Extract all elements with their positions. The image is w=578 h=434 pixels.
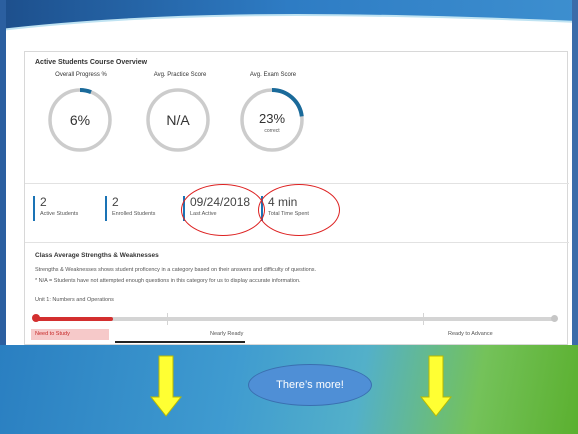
level-nearly-ready: Nearly Ready xyxy=(210,331,244,337)
unit-label: Unit 1: Numbers and Operations xyxy=(35,297,114,303)
annotation-circle-last-active xyxy=(181,184,265,236)
gauge-overall-progress: 6% xyxy=(45,85,115,155)
gauge-subtext: correct xyxy=(264,128,280,134)
stat-label: Active Students xyxy=(40,211,79,217)
left-down-arrow-icon xyxy=(149,355,183,417)
gauge-label-exam: Avg. Exam Score xyxy=(249,72,297,78)
right-down-arrow-icon xyxy=(419,355,453,417)
slide: Active Students Course Overview Overall … xyxy=(0,0,578,434)
strengths-description: Strengths & Weaknesses shows student pro… xyxy=(35,267,317,273)
proficiency-fill xyxy=(35,317,113,321)
gauge-label-progress: Overall Progress % xyxy=(55,72,107,78)
strengths-note: * N/A = Students have not attempted enou… xyxy=(35,278,301,284)
annotation-circle-time-spent xyxy=(258,184,340,236)
level-need-to-study: Need to Study xyxy=(31,329,109,340)
track-tick xyxy=(167,313,168,325)
gauge-exam-score: 23% correct xyxy=(237,85,307,155)
proficiency-marker xyxy=(32,314,40,322)
stat-enrolled-students: 2 Enrolled Students xyxy=(105,196,155,221)
gauge-value: N/A xyxy=(166,112,190,128)
stat-number: 2 xyxy=(112,195,119,209)
gauge-label-practice: Avg. Practice Score xyxy=(153,72,207,78)
card-title: Active Students Course Overview xyxy=(35,59,148,66)
theres-more-callout: There’s more! xyxy=(248,364,372,406)
gauge-value: 23% xyxy=(259,111,285,126)
gauge-value: 6% xyxy=(70,112,90,128)
gauge-practice-score: N/A xyxy=(143,85,213,155)
level-underline xyxy=(115,341,245,343)
level-ready-to-advance: Ready to Advance xyxy=(448,331,493,337)
stat-active-students: 2 Active Students xyxy=(33,196,78,221)
stat-label: Enrolled Students xyxy=(112,211,156,217)
track-tick xyxy=(423,313,424,325)
strengths-title: Class Average Strengths & Weaknesses xyxy=(35,252,159,259)
proficiency-track xyxy=(35,317,555,321)
stat-number: 2 xyxy=(40,195,47,209)
track-end-dot xyxy=(551,315,558,322)
divider xyxy=(25,242,569,243)
course-overview-card: Active Students Course Overview Overall … xyxy=(24,51,569,345)
